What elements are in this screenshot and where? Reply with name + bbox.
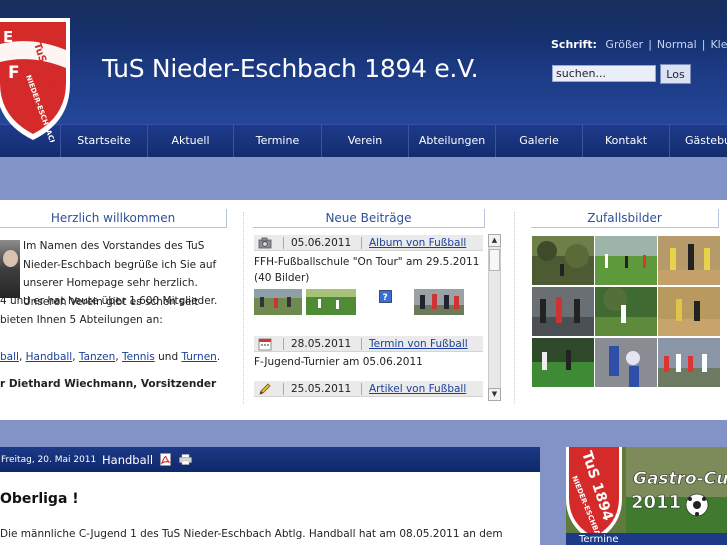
welcome-line: unserer Homepage sehr herzlich.	[23, 277, 198, 289]
chairman-portrait	[0, 240, 20, 298]
nav-item-gaestebuch[interactable]: Gästebuch	[669, 125, 727, 157]
site-title: TuS Nieder-Eschbach 1894 e.V.	[102, 54, 479, 83]
news-title: Neue Beiträge	[253, 209, 485, 228]
welcome-line: Nieder-Eschbach begrüße ich Sie auf	[23, 258, 217, 271]
news-entry: 05.06.2011 Album von Fußball	[254, 235, 483, 251]
article-header-bar: Freitag, 20. Mai 2011 Handball	[0, 447, 540, 472]
nav-item-kontakt[interactable]: Kontakt	[582, 125, 669, 157]
sport-link-tennis[interactable]: Tennis	[122, 351, 155, 363]
search-input[interactable]	[552, 65, 656, 82]
welcome-line: bieten Ihnen 5 Abteilungen an:	[0, 313, 163, 326]
sport-link-turnen[interactable]: Turnen	[181, 351, 216, 363]
sport-link-handball[interactable]: Handball	[26, 351, 73, 363]
nav-item-galerie[interactable]: Galerie	[495, 125, 582, 157]
nav-item-termine[interactable]: Termine	[233, 125, 321, 157]
svg-text:?: ?	[383, 293, 388, 303]
news-link[interactable]: Artikel von Fußball	[369, 381, 466, 397]
article: Freitag, 20. Mai 2011 Handball Oberliga …	[0, 447, 540, 545]
gallery-image[interactable]	[595, 236, 657, 285]
welcome-title: Herzlich willkommen	[0, 209, 227, 228]
font-size-control: Schrift: Größer|Normal|Klein	[551, 38, 727, 51]
news-link[interactable]: Termin von Fußball	[369, 336, 468, 352]
svg-text:E: E	[3, 28, 13, 46]
gastro-cup-image: TuS 1894 NIEDER-ESCHBACH Gastro-Cup 2011	[566, 447, 727, 545]
news-date: 28.05.2011	[291, 338, 352, 350]
promo-footer: Termine	[566, 533, 727, 545]
gallery-image[interactable]	[532, 338, 594, 387]
svg-text:2011: 2011	[631, 492, 681, 513]
pencil-icon	[259, 383, 271, 395]
font-larger-link[interactable]: Größer	[605, 38, 643, 51]
gallery-image[interactable]	[658, 287, 720, 336]
signature: r Diethard Wiechmann, Vorsitzender	[0, 378, 217, 390]
camera-icon	[258, 237, 272, 249]
font-smaller-link[interactable]: Klein	[710, 38, 727, 51]
sport-link-tanzen[interactable]: Tanzen	[79, 351, 115, 363]
news-scrollbar[interactable]: ▲ ▼	[488, 234, 501, 401]
main-nav: Startseite Aktuell Termine Verein Abteil…	[0, 124, 727, 157]
gallery-image[interactable]	[595, 338, 657, 387]
news-text: F-Jugend-Turnier am 05.06.2011	[254, 356, 423, 368]
sports-list: ball, Handball, Tanzen, Tennis und Turne…	[0, 351, 221, 363]
welcome-line: Im Namen des Vorstandes des TuS	[23, 240, 205, 252]
print-icon[interactable]	[179, 454, 192, 465]
welcome-line: 4 und er hat heute über 1.600 Mitglieder…	[0, 295, 218, 307]
club-logo[interactable]: E F TuS 1894 NIEDER-ESCHBACH	[0, 14, 74, 142]
site-header: TuS Nieder-Eschbach 1894 e.V. Schrift: G…	[0, 0, 727, 124]
calendar-icon	[258, 338, 272, 351]
news-date: 05.06.2011	[291, 237, 352, 249]
nav-item-verein[interactable]: Verein	[321, 125, 408, 157]
nav-item-abteilungen[interactable]: Abteilungen	[408, 125, 495, 157]
pdf-icon[interactable]	[160, 453, 171, 466]
sport-link-fussball[interactable]: ball	[0, 351, 19, 363]
search-button[interactable]: Los	[660, 64, 691, 84]
svg-text:Gastro-Cup: Gastro-Cup	[633, 469, 727, 489]
article-date: Freitag, 20. Mai 2011	[1, 455, 97, 465]
news-text: FFH-Fußballschule "On Tour" am 29.5.2011	[254, 256, 480, 268]
welcome-tail: 4 und er hat heute über 1.600 Mitglieder…	[0, 292, 217, 329]
gallery-image[interactable]	[658, 236, 720, 285]
article-category-link[interactable]: Handball	[102, 453, 153, 467]
album-thumbnail[interactable]	[306, 289, 356, 315]
news-text: (40 Bilder)	[254, 272, 310, 284]
svg-text:F: F	[8, 63, 20, 83]
article-text: Die männliche C-Jugend 1 des TuS Nieder-…	[0, 528, 503, 540]
scroll-up-button[interactable]: ▲	[488, 234, 501, 247]
news-date: 25.05.2011	[291, 383, 352, 395]
gallery-image[interactable]	[532, 236, 594, 285]
album-thumbnail[interactable]	[254, 289, 302, 315]
header-band	[0, 157, 727, 200]
gallery-image[interactable]	[595, 287, 657, 336]
font-normal-link[interactable]: Normal	[657, 38, 697, 51]
column-divider	[243, 212, 244, 404]
column-divider	[514, 212, 515, 404]
font-size-label: Schrift:	[551, 38, 597, 51]
scroll-down-button[interactable]: ▼	[488, 388, 501, 401]
news-entry: 28.05.2011 Termin von Fußball	[254, 336, 483, 352]
article-title: Oberliga !	[0, 491, 79, 507]
nav-item-aktuell[interactable]: Aktuell	[147, 125, 233, 157]
missing-image-icon: ?	[379, 290, 392, 303]
news-entry: 25.05.2011 Artikel von Fußball	[254, 381, 483, 397]
album-thumbnail[interactable]	[414, 289, 464, 315]
random-images-title: Zufallsbilder	[531, 209, 719, 228]
scroll-thumb[interactable]	[489, 249, 500, 271]
random-image-gallery	[532, 236, 721, 387]
news-link[interactable]: Album von Fußball	[369, 235, 466, 251]
gastro-cup-banner[interactable]: TuS 1894 NIEDER-ESCHBACH Gastro-Cup 2011…	[566, 447, 727, 545]
gallery-image[interactable]	[658, 338, 720, 387]
gallery-image[interactable]	[532, 287, 594, 336]
